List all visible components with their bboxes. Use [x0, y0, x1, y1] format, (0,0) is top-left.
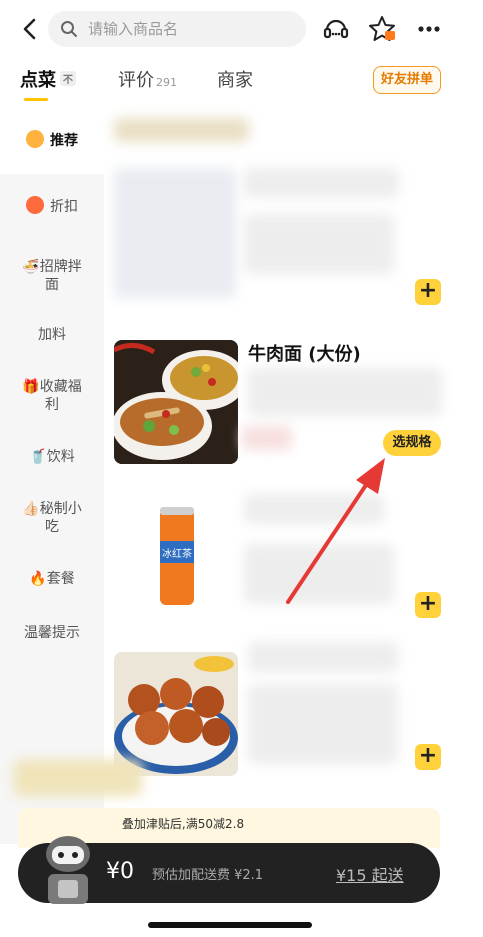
sidebar-item-label: 👍🏻秘制小吃 — [22, 501, 82, 535]
cart-robot-icon — [46, 836, 90, 904]
sidebar-item-favorites-gift[interactable]: 🎁收藏福利 — [0, 378, 104, 414]
sidebar-item-label: 🔥套餐 — [29, 571, 75, 587]
drink-image: 冰红茶 — [114, 489, 238, 613]
meatballs-illustration — [114, 652, 238, 776]
product-title-beef-noodle: 牛肉面 (大份) — [248, 344, 361, 365]
blurred-price — [242, 426, 292, 450]
noodle-dish-illustration — [114, 340, 238, 464]
sidebar-item-label: 推荐 — [50, 133, 78, 149]
iced-tea-can-illustration: 冰红茶 — [114, 489, 238, 613]
drink-can-label: 冰红茶 — [162, 547, 192, 560]
sidebar-item-drinks[interactable]: 🥤饮料 — [0, 448, 104, 466]
cart-total: ¥0 — [106, 859, 134, 884]
sidebar-item-recommend[interactable]: 推荐 — [0, 104, 104, 174]
product-list: + 牛肉面 (大份) 选规格 冰红茶 + + — [104, 104, 483, 844]
sidebar-item-label: 🥤饮料 — [29, 449, 75, 465]
tab-order[interactable]: 点菜不 — [20, 66, 76, 92]
add-to-cart-button[interactable]: + — [415, 592, 441, 618]
sidebar-item-combos[interactable]: 🔥套餐 — [0, 570, 104, 588]
search-icon — [61, 21, 77, 37]
delivery-fee: 预估加配送费 ¥2.1 — [152, 868, 264, 883]
sidebar-item-signature-noodles[interactable]: 🍜招牌拌面 — [0, 258, 104, 294]
recommend-icon — [26, 130, 44, 148]
sidebar-item-label: 折扣 — [50, 199, 78, 215]
sidebar-item-label: 🍜招牌拌面 — [22, 259, 82, 293]
tab-reviews-label: 评价 — [118, 70, 154, 91]
active-tab-indicator — [24, 98, 48, 101]
blurred-meatball-title — [248, 642, 398, 672]
sidebar-item-label: 加料 — [38, 327, 66, 343]
add-to-cart-button[interactable]: + — [415, 279, 441, 305]
sidebar-item-notice[interactable]: 温馨提示 — [0, 624, 104, 642]
discount-icon — [26, 196, 44, 214]
blurred-section-header — [114, 118, 249, 142]
blurred-product-description — [248, 368, 442, 416]
blurred-product-image — [114, 168, 236, 298]
top-bar — [0, 0, 483, 58]
beef-noodle-image — [114, 340, 238, 464]
sidebar-item-label: 🎁收藏福利 — [22, 379, 82, 413]
more-icon[interactable] — [414, 14, 444, 44]
blurred-product-info — [244, 214, 394, 274]
blurred-drink-title — [244, 494, 384, 524]
tab-order-badge: 不 — [60, 71, 76, 86]
blurred-floating-button — [14, 760, 142, 796]
favorite-star-icon[interactable] — [367, 14, 397, 44]
home-indicator — [148, 922, 312, 928]
sidebar-item-discount[interactable]: 折扣 — [0, 196, 104, 216]
tab-reviews[interactable]: 评价 291 — [118, 66, 177, 92]
add-to-cart-button[interactable]: + — [415, 744, 441, 770]
search-input[interactable] — [88, 11, 298, 47]
customer-service-icon[interactable] — [321, 14, 351, 44]
search-bar[interactable] — [48, 11, 306, 47]
back-icon[interactable] — [18, 14, 42, 44]
sidebar-item-extras[interactable]: 加料 — [0, 326, 104, 344]
category-sidebar: 推荐 折扣 🍜招牌拌面 加料 🎁收藏福利 🥤饮料 👍🏻秘制小吃 🔥套餐 温馨提示 — [0, 104, 104, 844]
tab-order-label: 点菜 — [20, 70, 56, 91]
minimum-order[interactable]: ¥15 起送 — [336, 862, 404, 886]
blurred-product-title — [244, 168, 399, 198]
group-order-button[interactable]: 好友拼单 — [373, 66, 441, 94]
tab-reviews-count: 291 — [156, 76, 177, 89]
sidebar-item-snacks[interactable]: 👍🏻秘制小吃 — [0, 500, 104, 536]
meatball-image — [114, 652, 238, 776]
blurred-drink-info — [244, 544, 394, 604]
sidebar-item-label: 温馨提示 — [24, 625, 80, 641]
select-spec-button[interactable]: 选规格 — [383, 430, 441, 456]
tab-merchant[interactable]: 商家 — [217, 66, 253, 92]
tab-merchant-label: 商家 — [217, 70, 253, 91]
blurred-meatball-info — [248, 684, 398, 764]
